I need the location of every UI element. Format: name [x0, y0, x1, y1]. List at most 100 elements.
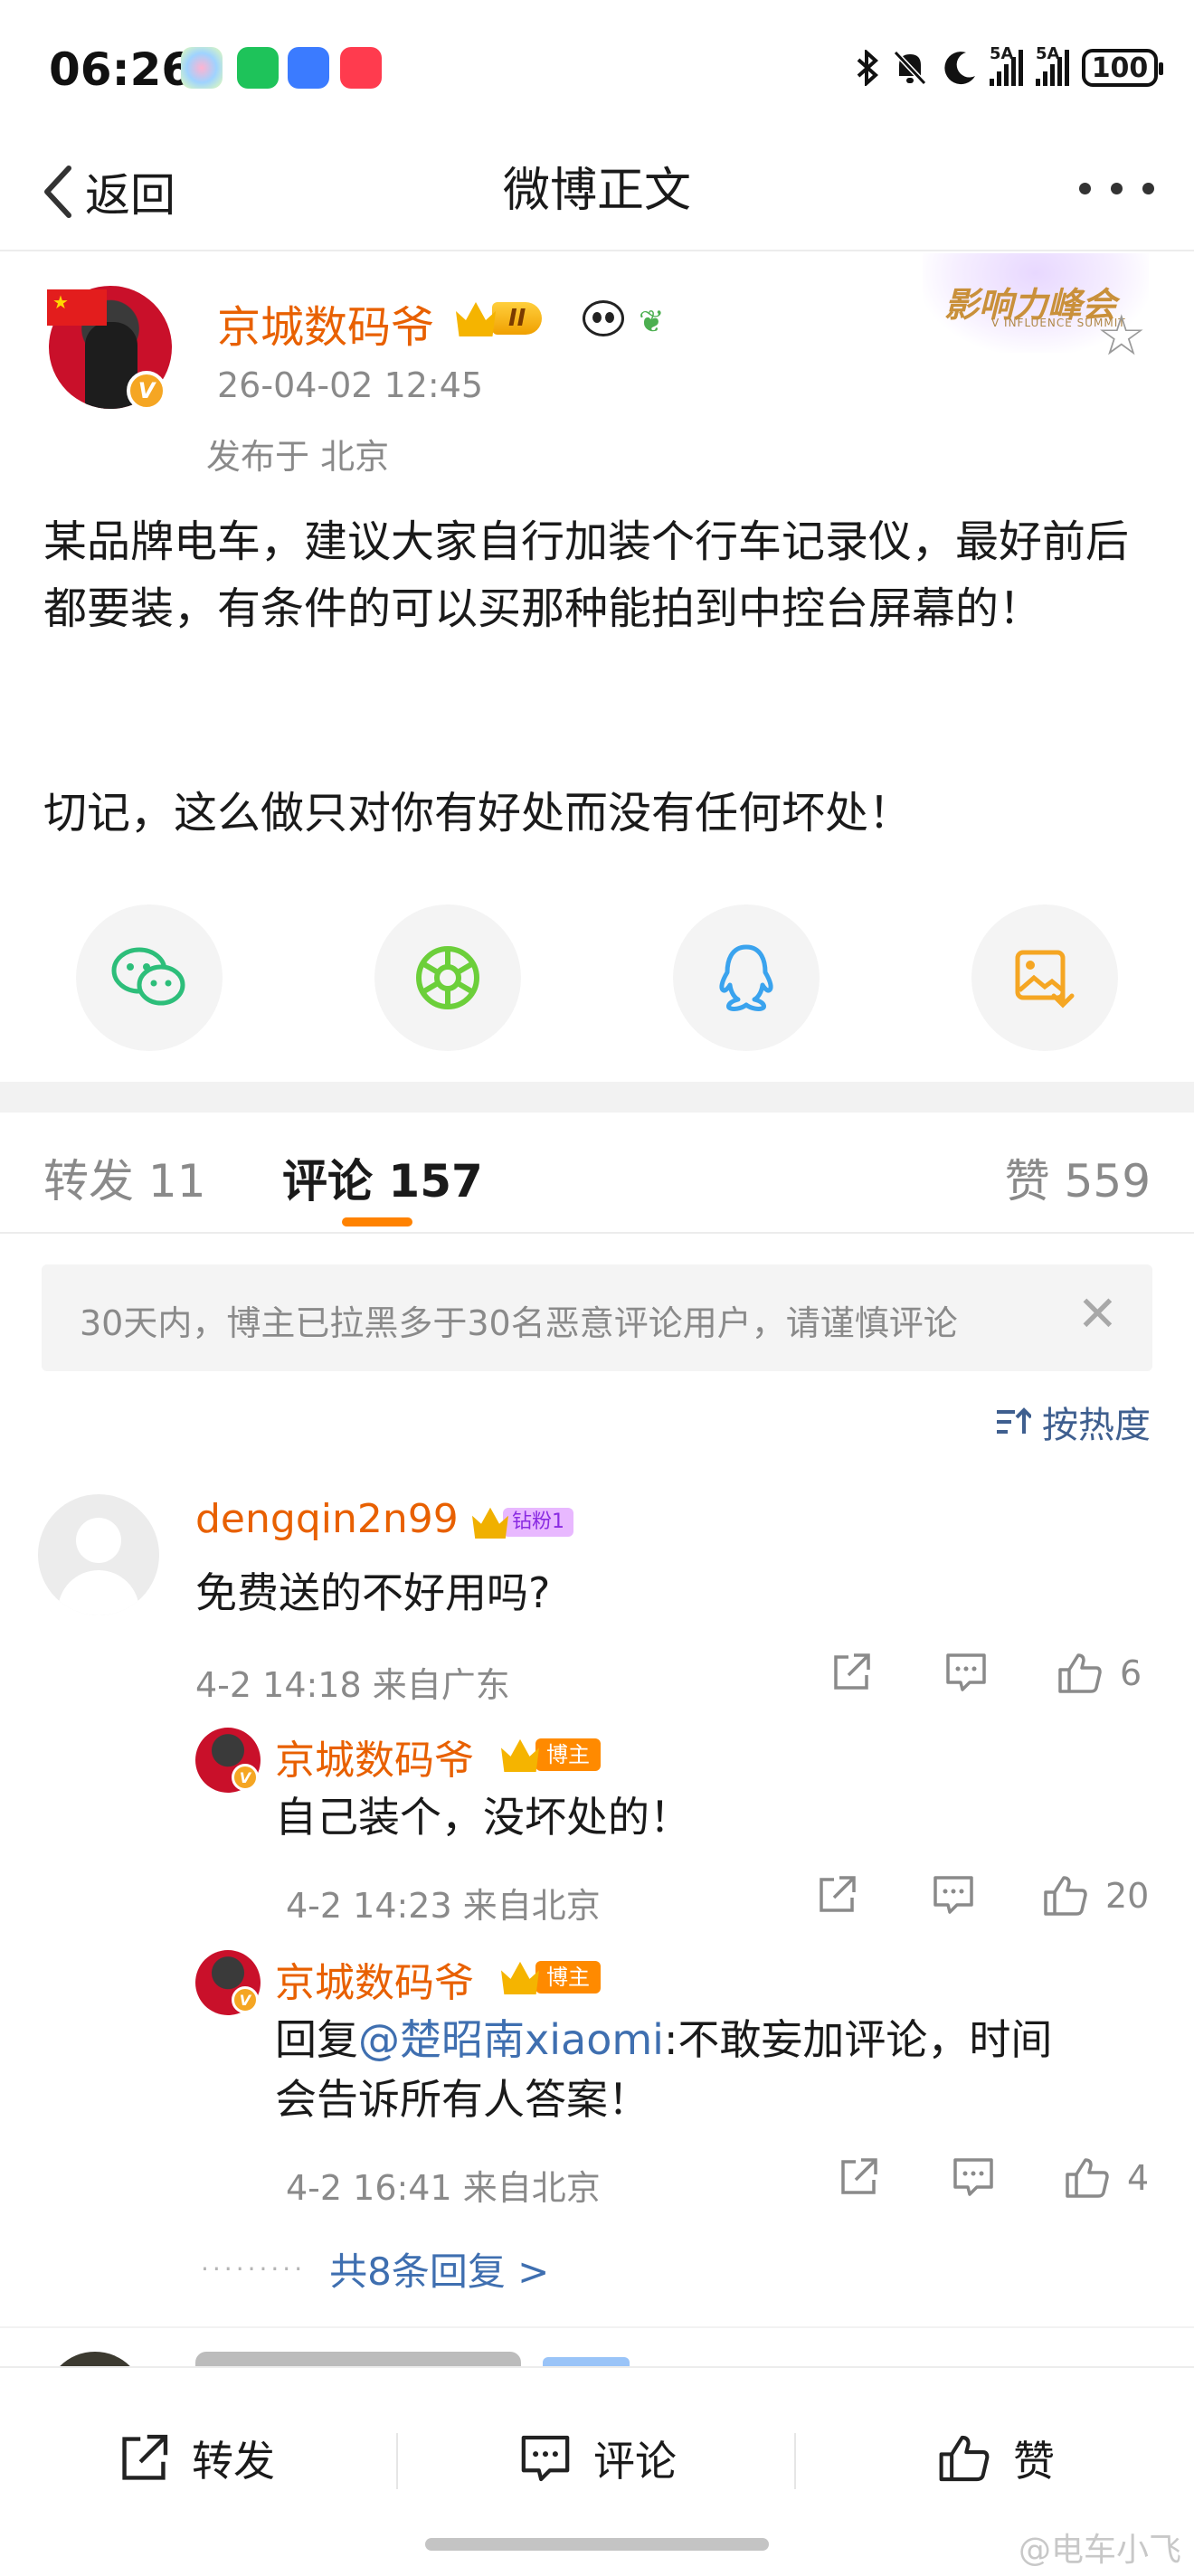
reply-text: 自己装个，没坏处的！: [275, 1793, 691, 1842]
comment-bubble-icon: [946, 1653, 986, 1691]
status-indicators: 5A 5A 100: [856, 44, 1163, 90]
signal-1-icon: 5A: [990, 44, 1023, 86]
verified-v-icon: V: [232, 1764, 259, 1791]
tab-like[interactable]: 赞 559: [1005, 1145, 1151, 1210]
share-out-icon: [841, 2158, 877, 2194]
level-badge-label: II: [492, 302, 543, 335]
reply-meta: 4-2 16:41 来自北京: [286, 2168, 601, 2208]
view-all-replies-link[interactable]: ········· 共8条回复 >: [201, 2241, 549, 2297]
reply-meta: 4-2 14:23 来自北京: [286, 1886, 601, 1926]
post-timestamp: 26-04-02 12:45: [217, 365, 484, 405]
status-time: 06:26: [49, 43, 194, 96]
sort-label: 按热度: [1042, 1405, 1151, 1446]
signal-2-icon: 5A: [1036, 44, 1069, 86]
share-out-icon: [820, 1876, 856, 1912]
moon-icon: [944, 52, 975, 85]
reply-like-button[interactable]: 4: [1064, 2156, 1149, 2200]
tab-repost[interactable]: 转发 11: [43, 1145, 206, 1210]
fan-badge-label: 钻粉1: [503, 1508, 573, 1537]
comment-reply-button[interactable]: [944, 1652, 988, 1693]
host-badge-label: 博主: [535, 1961, 601, 1994]
fan-badge: 钻粉1: [472, 1505, 573, 1539]
bottom-comment-button[interactable]: 评论: [519, 2422, 677, 2495]
moments-icon: [416, 946, 479, 1009]
page-title: 微博正文: [502, 164, 691, 218]
share-moments-button[interactable]: [374, 904, 521, 1051]
commenter-avatar[interactable]: [38, 1494, 159, 1615]
message-notify-icon: [288, 47, 329, 89]
mention-link[interactable]: @楚昭南xiaomi: [358, 2015, 664, 2064]
comment-share-button[interactable]: [830, 1652, 872, 1693]
reply-author-name[interactable]: 京城数码爷: [275, 1950, 474, 2008]
crown-icon: [501, 1961, 539, 1994]
status-bar: 06:26 5A 5A 100: [0, 0, 1194, 136]
author-name[interactable]: 京城数码爷: [217, 291, 434, 355]
crown-icon: [501, 1738, 539, 1772]
reply-text: 回复@楚昭南xiaomi:不敢妄加评论，时间 会告诉所有人答案！: [275, 2010, 1143, 2129]
reply-reply-button[interactable]: [952, 2156, 995, 2198]
divider: [794, 2433, 796, 2489]
host-badge: 博主: [501, 1737, 601, 1773]
host-badge: 博主: [501, 1959, 601, 1995]
reply-author-name[interactable]: 京城数码爷: [275, 1728, 474, 1785]
thumbs-up-icon: [1058, 1653, 1102, 1693]
signal-2-label: 5A: [1036, 44, 1060, 63]
interaction-tabs: 转发 11 评论 157 赞 559: [0, 1113, 1194, 1234]
comment-meta: 4-2 14:18 来自广东: [195, 1665, 510, 1705]
top-nav: 返回 微博正文: [0, 136, 1194, 251]
bottom-repost-label: 转发: [192, 2437, 275, 2486]
share-out-icon: [122, 2434, 168, 2480]
wechat-icon: [111, 947, 185, 1006]
crown-icon: [456, 302, 496, 336]
thumbs-up-icon: [1044, 1876, 1087, 1916]
home-indicator[interactable]: [425, 2538, 769, 2551]
notice-text: 30天内，博主已拉黑多于30名恶意评论用户，请谨慎评论: [80, 1303, 958, 1343]
section-divider: [0, 1082, 1194, 1113]
sort-by-hot-button[interactable]: 按热度: [995, 1395, 1151, 1449]
verified-v-icon: V: [232, 1986, 259, 2013]
panda-icon: [583, 300, 624, 336]
bottom-like-button[interactable]: 赞: [937, 2422, 1055, 2495]
more-options-button[interactable]: [1079, 183, 1154, 194]
bottom-comment-label: 评论: [593, 2437, 677, 2486]
share-wechat-button[interactable]: [76, 904, 223, 1051]
favorite-star-icon[interactable]: ☆: [1096, 308, 1147, 364]
reply-like-count: 20: [1105, 1876, 1150, 1916]
reply-like-button[interactable]: 20: [1042, 1874, 1149, 1918]
reply-like-count: 4: [1127, 2158, 1150, 2198]
sprout-icon: ❦: [639, 304, 665, 340]
appgallery-notify-icon: [340, 47, 382, 89]
reply-reply-button[interactable]: [932, 1874, 975, 1916]
qq-icon: [719, 944, 773, 1011]
reply-text-line-2: 会告诉所有人答案！: [275, 2075, 649, 2124]
thumbs-up-icon: [1066, 2158, 1109, 2198]
more-replies-label: 共8条回复 >: [329, 2249, 550, 2294]
share-qq-button[interactable]: [673, 904, 820, 1051]
post-body-paragraph-1: 某品牌电车，建议大家自行加装个行车记录仪，最好前后都要装，有条件的可以买那种能拍…: [43, 516, 1130, 634]
signal-1-label: 5A: [990, 44, 1014, 63]
post-body-paragraph-2: 切记，这么做只对你有好处而没有任何坏处！: [43, 788, 913, 838]
thumbs-up-icon: [939, 2435, 990, 2482]
mute-bell-icon: [893, 50, 927, 86]
sort-icon: [997, 1407, 1031, 1434]
bluetooth-icon: [857, 50, 878, 86]
active-tab-indicator: [342, 1217, 412, 1226]
tab-comment[interactable]: 评论 157: [282, 1145, 483, 1210]
bottom-repost-button[interactable]: 转发: [118, 2422, 275, 2495]
level-badge[interactable]: II: [456, 298, 543, 338]
comment-bubble-icon: [933, 1876, 973, 1914]
save-image-button[interactable]: [971, 904, 1118, 1051]
close-icon[interactable]: ✕: [1077, 1290, 1118, 1339]
reply-share-button[interactable]: [816, 1874, 858, 1916]
commenter-name[interactable]: dengqin2n99: [195, 1496, 459, 1542]
wechat-notify-icon: [237, 47, 279, 89]
reply-share-button[interactable]: [838, 2156, 879, 2198]
share-out-icon: [834, 1653, 870, 1690]
blocklist-notice: 30天内，博主已拉黑多于30名恶意评论用户，请谨慎评论 ✕: [42, 1264, 1152, 1371]
china-flag-icon: [47, 289, 107, 326]
post-location: 发布于 北京: [206, 437, 390, 477]
battery-indicator: 100: [1082, 49, 1163, 87]
comment-like-button[interactable]: 6: [1057, 1652, 1142, 1695]
dotted-line: ·········: [201, 2254, 307, 2284]
comment-bubble-icon: [953, 2158, 993, 2196]
